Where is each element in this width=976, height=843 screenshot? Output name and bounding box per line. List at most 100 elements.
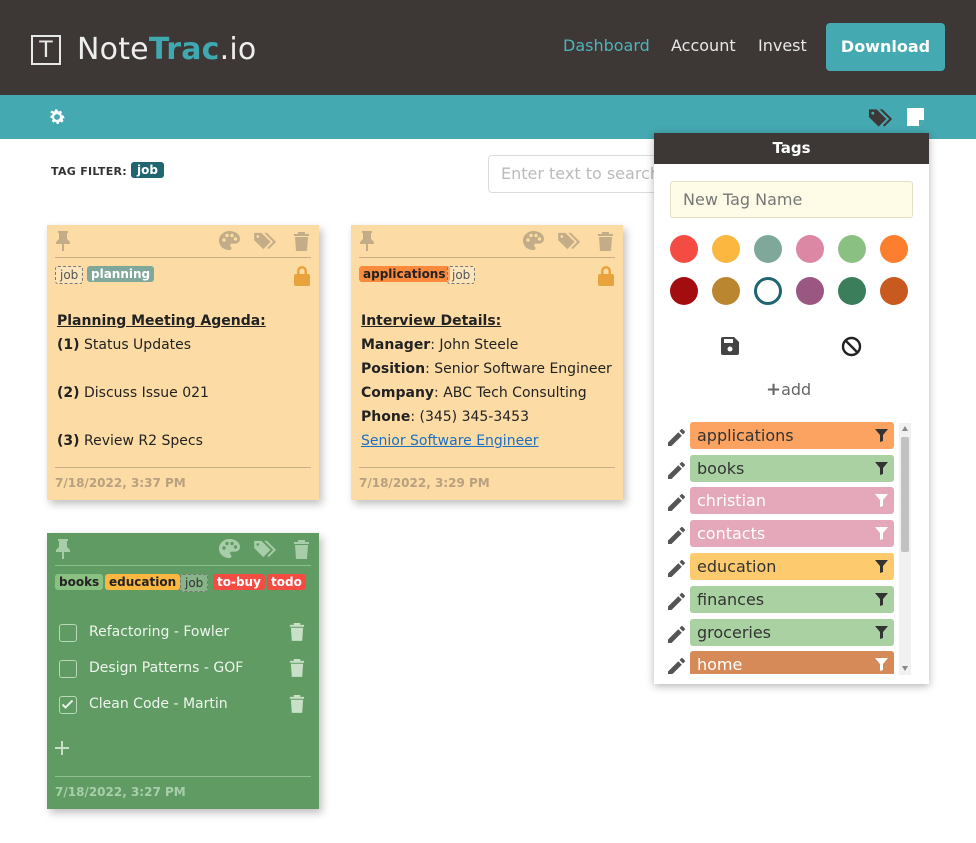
note-card[interactable]: books education job to-buy todo Refactor… (47, 533, 319, 809)
palette-icon[interactable] (523, 231, 544, 251)
todo-label: Clean Code - Martin (89, 696, 228, 712)
tag-row: contacts (668, 520, 896, 547)
todo-checkbox[interactable] (59, 660, 77, 678)
palette-icon[interactable] (219, 539, 240, 559)
color-swatch[interactable] (712, 277, 740, 305)
tag-pill[interactable]: applications (690, 422, 894, 449)
pencil-icon[interactable] (668, 429, 685, 446)
note-tag[interactable]: applications (359, 266, 450, 282)
color-swatch-selected[interactable] (754, 277, 782, 305)
note-link[interactable]: Senior Software Engineer (361, 429, 612, 453)
color-swatch[interactable] (838, 277, 866, 305)
gear-icon[interactable] (47, 107, 67, 127)
scroll-down-icon[interactable] (902, 666, 908, 671)
divider (359, 257, 615, 258)
cancel-icon[interactable] (841, 336, 862, 357)
note-line: Company: ABC Tech Consulting (361, 385, 587, 401)
tag-pill[interactable]: christian (690, 487, 894, 514)
divider (55, 565, 311, 566)
scroll-thumb[interactable] (901, 437, 909, 552)
nav-dashboard[interactable]: Dashboard (563, 36, 650, 55)
filter-icon[interactable] (875, 593, 888, 606)
add-todo-icon[interactable] (55, 741, 69, 755)
active-tag-filter[interactable]: job (131, 162, 164, 178)
trash-icon[interactable] (289, 622, 305, 641)
scroll-up-icon[interactable] (902, 426, 908, 431)
color-swatch[interactable] (796, 235, 824, 263)
nav-account[interactable]: Account (671, 36, 736, 55)
note-tag[interactable]: planning (87, 266, 155, 282)
trash-icon[interactable] (289, 658, 305, 677)
pencil-icon[interactable] (668, 462, 685, 479)
trash-icon[interactable] (293, 539, 310, 559)
tag-pill[interactable]: education (690, 553, 894, 580)
note-card[interactable]: applications job Interview Details: Mana… (351, 225, 623, 500)
color-swatch[interactable] (880, 235, 908, 263)
tag-list: applications books christian contacts ed… (654, 421, 914, 674)
plus-icon: + (766, 379, 782, 400)
color-swatch[interactable] (670, 277, 698, 305)
app-logo[interactable]: T NoteTrac.io (31, 32, 256, 67)
trash-icon[interactable] (597, 231, 614, 251)
tag-icon[interactable] (253, 231, 279, 251)
note-tag[interactable]: education (105, 574, 181, 590)
pencil-icon[interactable] (668, 658, 685, 674)
tag-pill[interactable]: home (690, 651, 894, 674)
filter-icon[interactable] (875, 462, 888, 475)
tag-pill[interactable]: finances (690, 586, 894, 613)
tag-row: home (668, 651, 896, 674)
note-tag[interactable]: job (55, 266, 84, 284)
note-tag[interactable]: books (55, 574, 104, 590)
pencil-icon[interactable] (668, 527, 685, 544)
note-tag[interactable]: job (447, 266, 476, 284)
tags-icon[interactable] (868, 107, 895, 129)
lock-icon[interactable] (597, 265, 615, 286)
tags-panel: Tags New Tag Name +add applications book… (654, 133, 929, 684)
tag-icon[interactable] (557, 231, 583, 251)
save-icon[interactable] (721, 337, 739, 355)
filter-icon[interactable] (875, 429, 888, 442)
filter-icon[interactable] (875, 560, 888, 573)
nav-invest[interactable]: Invest (758, 36, 807, 55)
color-swatch[interactable] (838, 235, 866, 263)
pin-icon[interactable] (359, 231, 375, 251)
filter-icon[interactable] (875, 494, 888, 507)
todo-checkbox[interactable] (59, 624, 77, 642)
note-tag[interactable]: to-buy (213, 574, 265, 590)
new-tag-input[interactable]: New Tag Name (670, 181, 913, 218)
note-tag[interactable]: job (180, 574, 209, 592)
pencil-icon[interactable] (668, 593, 685, 610)
tag-list-scrollbar[interactable] (899, 423, 911, 675)
tag-pill[interactable]: groceries (690, 619, 894, 646)
color-swatch[interactable] (670, 235, 698, 263)
pencil-icon[interactable] (668, 626, 685, 643)
sticky-note-icon[interactable] (907, 108, 924, 126)
pin-icon[interactable] (55, 539, 71, 559)
filter-icon[interactable] (875, 626, 888, 639)
tag-filter-label: TAG FILTER: (51, 165, 128, 178)
pencil-icon[interactable] (668, 560, 685, 577)
note-tag[interactable]: todo (267, 574, 306, 590)
trash-icon[interactable] (293, 231, 310, 251)
search-input[interactable]: Enter text to search (488, 155, 668, 193)
download-button[interactable]: Download (826, 23, 945, 71)
filter-icon[interactable] (875, 527, 888, 540)
pencil-icon[interactable] (668, 494, 685, 511)
color-swatch[interactable] (796, 277, 824, 305)
filter-icon[interactable] (875, 658, 888, 671)
pin-icon[interactable] (55, 231, 71, 251)
add-tag-button[interactable]: +add (766, 379, 811, 400)
note-line: Position: Senior Software Engineer (361, 361, 612, 377)
trash-icon[interactable] (289, 694, 305, 713)
color-swatch[interactable] (712, 235, 740, 263)
tag-icon[interactable] (253, 539, 279, 559)
todo-checkbox-checked[interactable] (59, 696, 77, 714)
lock-icon[interactable] (293, 265, 311, 286)
palette-icon[interactable] (219, 231, 240, 251)
color-swatch[interactable] (754, 235, 782, 263)
tag-pill[interactable]: books (690, 455, 894, 482)
note-card[interactable]: job planning Planning Meeting Agenda: (1… (47, 225, 319, 500)
note-toolbar (47, 533, 319, 565)
tag-pill[interactable]: contacts (690, 520, 894, 547)
color-swatch[interactable] (880, 277, 908, 305)
